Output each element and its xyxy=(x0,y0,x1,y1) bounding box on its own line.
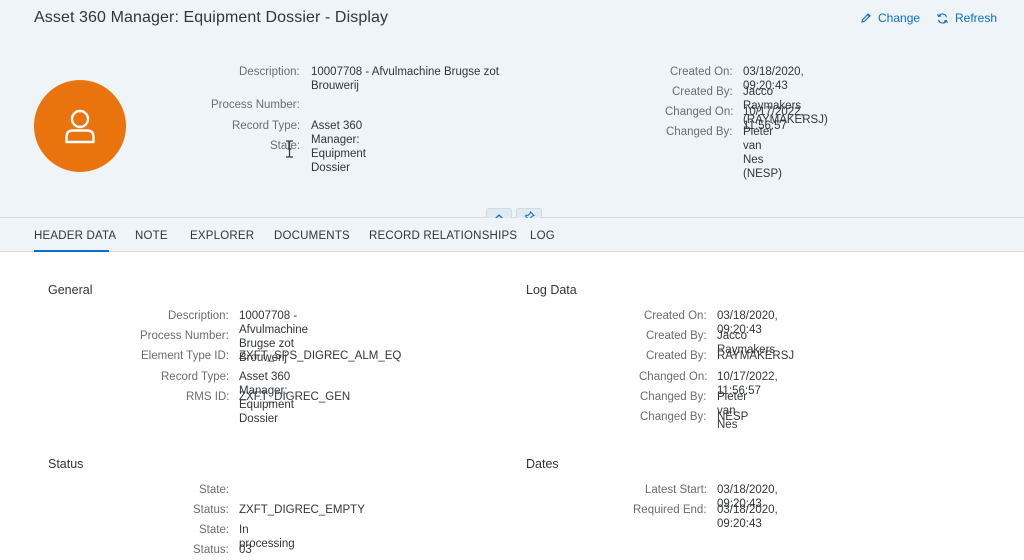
header-record-type-label: Record Type: xyxy=(232,120,301,132)
log-created-by-id-value: RAYMAKERSJ xyxy=(717,350,795,362)
header-record-type-value: Asset 360 Manager: Equipment Dossier xyxy=(311,120,366,174)
status-state-label: State: xyxy=(199,484,230,496)
section-general-title: General xyxy=(48,283,93,297)
log-created-by-label: Created By: xyxy=(646,330,707,342)
refresh-button[interactable]: Refresh xyxy=(936,11,997,25)
log-created-by-id-label: Created By: xyxy=(646,350,707,362)
general-process-number-label: Process Number: xyxy=(140,330,229,342)
status-status-2-label: Status: xyxy=(193,544,229,556)
refresh-icon xyxy=(937,12,948,24)
change-button[interactable]: Change xyxy=(860,11,920,25)
tab-header-data[interactable]: HEADER DATA xyxy=(34,230,116,242)
general-element-type-label: Element Type ID: xyxy=(141,350,229,362)
log-changed-by-id-value: NESP xyxy=(717,411,749,423)
dates-required-end-value: 03/18/2020, 09:20:43 xyxy=(717,504,778,530)
tab-log[interactable]: LOG xyxy=(530,230,555,242)
dates-required-end-label: Required End: xyxy=(633,504,707,516)
status-status-value: ZXFT_DIGREC_EMPTY xyxy=(239,504,365,516)
status-status-label: Status: xyxy=(193,504,229,516)
header-changed-on-label: Changed On: xyxy=(665,106,734,118)
header-description-label: Description: xyxy=(239,66,300,78)
section-dates-title: Dates xyxy=(526,457,559,471)
change-label: Change xyxy=(878,11,921,25)
active-tab-indicator xyxy=(34,250,109,252)
refresh-label: Refresh xyxy=(955,11,998,25)
pencil-icon xyxy=(861,13,871,23)
general-rms-id-value: ZXFT_DIGREC_GEN xyxy=(239,391,351,403)
status-state-2-label: State: xyxy=(199,524,230,536)
general-element-type-value: ZXFT_SPS_DIGREC_ALM_EQ xyxy=(239,350,402,362)
log-changed-by-id-label: Changed By: xyxy=(640,411,707,423)
header-description-value: 10007708 - Afvulmachine Brugse zot Brouw… xyxy=(311,66,499,92)
dates-latest-start-label: Latest Start: xyxy=(645,484,708,496)
text-cursor-icon xyxy=(286,140,293,158)
person-icon xyxy=(65,109,95,144)
tab-note[interactable]: NOTE xyxy=(135,230,168,242)
general-rms-id-label: RMS ID: xyxy=(186,391,230,403)
log-changed-on-label: Changed On: xyxy=(639,371,708,383)
header-process-number-label: Process Number: xyxy=(211,99,300,111)
tab-explorer[interactable]: EXPLORER xyxy=(190,230,254,242)
header-changed-by-label: Changed By: xyxy=(666,126,733,138)
header-created-by-label: Created By: xyxy=(672,86,733,98)
tab-documents[interactable]: DOCUMENTS xyxy=(274,230,350,242)
object-page-header: Asset 360 Manager: Equipment Dossier - D… xyxy=(0,0,1024,217)
section-log-data-title: Log Data xyxy=(526,283,577,297)
status-status-2-value: 03 xyxy=(239,544,252,556)
log-changed-by-label: Changed By: xyxy=(640,391,707,403)
section-status-title: Status xyxy=(48,457,84,471)
general-record-type-label: Record Type: xyxy=(161,371,230,383)
header-created-on-label: Created On: xyxy=(670,66,733,78)
page-title: Asset 360 Manager: Equipment Dossier - D… xyxy=(34,9,389,26)
log-created-on-label: Created On: xyxy=(644,310,707,322)
tab-record-relationships[interactable]: RECORD RELATIONSHIPS xyxy=(369,230,517,242)
general-description-label: Description: xyxy=(168,310,229,322)
header-changed-by-value: Pieter van Nes (NESP) xyxy=(743,126,782,180)
avatar xyxy=(34,80,126,172)
tab-bar: HEADER DATA NOTE EXPLORER DOCUMENTS RECO… xyxy=(0,218,1024,252)
